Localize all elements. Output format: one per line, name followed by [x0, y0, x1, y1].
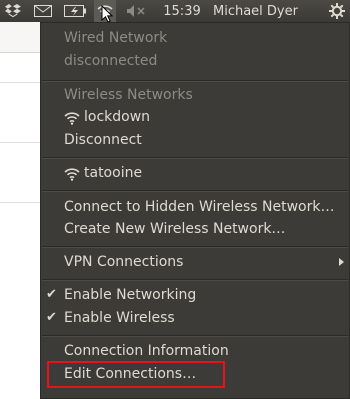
menu-item-disconnect[interactable]: Disconnect	[64, 129, 142, 151]
separator	[42, 190, 348, 192]
wifi-signal-icon	[64, 168, 80, 181]
battery-icon[interactable]	[62, 0, 88, 22]
clock[interactable]: 15:39	[160, 0, 204, 22]
menu-item-enable-wireless[interactable]: Enable Wireless	[64, 307, 175, 329]
menu-item-enable-networking[interactable]: Enable Networking	[64, 284, 196, 306]
menu-item-connect-hidden[interactable]: Connect to Hidden Wireless Network…	[64, 196, 334, 218]
top-panel: 15:39 Michael Dyer	[0, 0, 350, 23]
mail-icon[interactable]	[32, 0, 54, 22]
volume-muted-icon[interactable]	[124, 0, 150, 22]
separator	[42, 157, 348, 159]
separator	[42, 279, 348, 281]
submenu-arrow-icon	[339, 258, 344, 266]
mouse-cursor-icon	[101, 5, 113, 23]
highlight-box	[47, 361, 225, 388]
network-menu: Wired Network disconnected Wireless Netw…	[40, 22, 350, 399]
power-gear-icon[interactable]	[326, 0, 348, 22]
menu-item-network-lockdown[interactable]: lockdown	[84, 106, 150, 128]
clock-text: 15:39	[163, 3, 201, 19]
user-menu[interactable]: Michael Dyer	[213, 0, 343, 22]
background-window	[0, 22, 41, 399]
wired-network-status: disconnected	[64, 53, 158, 69]
menu-item-vpn-connections[interactable]: VPN Connections	[64, 251, 183, 273]
menu-item-connection-information[interactable]: Connection Information	[64, 340, 229, 362]
wired-network-header: Wired Network	[64, 30, 168, 46]
checkmark-icon: ✔	[46, 310, 57, 325]
separator	[42, 246, 348, 248]
dropbox-icon[interactable]	[3, 0, 23, 22]
wireless-networks-header: Wireless Networks	[64, 87, 193, 103]
separator	[42, 80, 348, 82]
separator	[42, 335, 348, 337]
user-name: Michael Dyer	[213, 3, 298, 19]
menu-item-network-tatooine[interactable]: tatooine	[84, 162, 142, 184]
checkmark-icon: ✔	[46, 287, 57, 302]
wifi-signal-icon	[64, 112, 80, 125]
menu-item-create-new[interactable]: Create New Wireless Network…	[64, 218, 285, 240]
